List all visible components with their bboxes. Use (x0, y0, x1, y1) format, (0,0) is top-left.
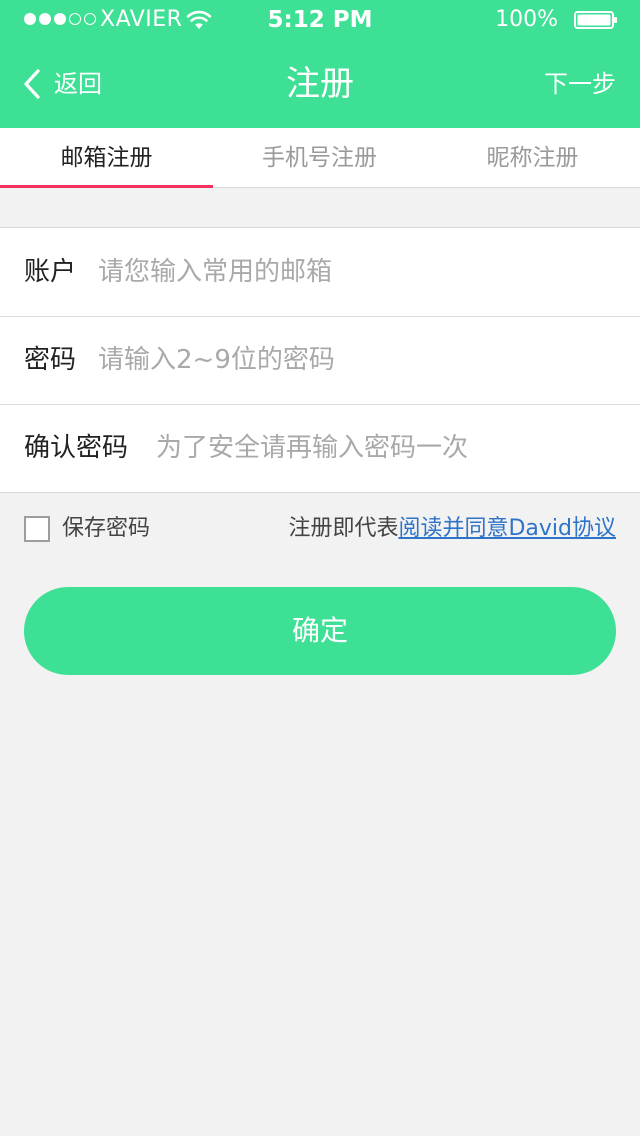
account-row: 账户 (0, 228, 640, 316)
account-label: 账户 (24, 257, 77, 287)
register-type-tabs: 邮箱注册 手机号注册 昵称注册 (0, 128, 640, 188)
confirm-password-row: 确认密码 (0, 404, 640, 492)
account-email-input[interactable] (98, 250, 618, 294)
tab-email-register[interactable]: 邮箱注册 (0, 128, 213, 188)
confirm-password-label: 确认密码 (24, 433, 129, 463)
save-password-label[interactable]: 保存密码 (62, 511, 150, 547)
tab-phone-register[interactable]: 手机号注册 (213, 128, 426, 188)
password-input[interactable] (98, 338, 618, 382)
agreement-link[interactable]: 阅读并同意David协议 (398, 516, 616, 541)
password-row: 密码 (0, 316, 640, 404)
battery-icon (574, 11, 617, 29)
save-password-checkbox[interactable] (24, 516, 50, 542)
confirm-password-input[interactable] (156, 426, 618, 470)
navigation-bar: 返回 注册 下一步 (0, 40, 640, 128)
password-label: 密码 (24, 345, 77, 375)
app-header: XAVIER 5:12 PM 100% 返回 注册 下一步 (0, 0, 640, 128)
status-bar: XAVIER 5:12 PM 100% (0, 0, 640, 40)
agreement-prefix: 注册即代表 (288, 516, 399, 541)
form-options: 保存密码 注册即代表阅读并同意David协议 (0, 494, 640, 564)
register-form: 账户 密码 确认密码 (0, 227, 640, 493)
confirm-button[interactable]: 确定 (24, 587, 616, 675)
tab-nickname-register[interactable]: 昵称注册 (426, 128, 639, 188)
active-tab-indicator (0, 185, 213, 188)
battery-percentage: 100% (495, 7, 558, 32)
agreement-text: 注册即代表阅读并同意David协议 (288, 511, 616, 547)
next-step-button[interactable]: 下一步 (544, 64, 616, 104)
